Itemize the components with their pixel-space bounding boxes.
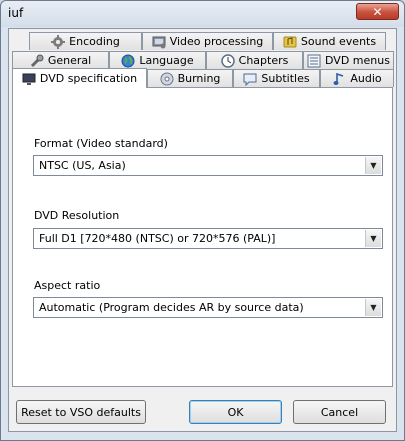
tab-label: Encoding — [69, 35, 120, 48]
tab-audio[interactable]: Audio — [320, 69, 394, 87]
format-value: NTSC (US, Asia) — [39, 159, 126, 172]
tab-video-processing[interactable]: Video processing — [142, 32, 273, 50]
tab-language[interactable]: Language — [109, 51, 206, 69]
tab-label: Chapters — [238, 54, 289, 67]
close-icon: ✕ — [372, 5, 383, 19]
tab-label: Language — [139, 54, 194, 67]
tab-general[interactable]: General — [12, 51, 109, 69]
ok-label: OK — [227, 405, 244, 419]
chevron-down-icon[interactable]: ▼ — [365, 230, 381, 247]
tab-label: DVD menus — [325, 54, 390, 67]
video-processing-icon — [152, 36, 166, 48]
reset-defaults-button[interactable]: Reset to VSO defaults — [16, 400, 146, 424]
gear-icon — [51, 34, 66, 49]
tab-label: General — [47, 54, 92, 67]
tab-chapters[interactable]: Chapters — [206, 51, 303, 69]
aspect-ratio-label: Aspect ratio — [34, 279, 101, 292]
aspect-ratio-value: Automatic (Program decides AR by source … — [39, 301, 304, 314]
format-dropdown[interactable]: NTSC (US, Asia) ▼ — [33, 155, 383, 176]
tab-dvd-menus[interactable]: DVD menus — [303, 51, 394, 69]
chevron-down-icon[interactable]: ▼ — [365, 299, 381, 316]
tab-label: Burning — [177, 72, 221, 85]
tab-label: Audio — [350, 72, 382, 85]
tab-subtitles[interactable]: Subtitles — [233, 69, 320, 87]
ok-button[interactable]: OK — [189, 400, 282, 424]
close-button[interactable]: ✕ — [356, 3, 399, 20]
dvd-specification-panel: Format (Video standard) NTSC (US, Asia) … — [12, 87, 393, 387]
tab-burning[interactable]: Burning — [147, 69, 233, 87]
tab-label: Video processing — [169, 35, 264, 48]
tab-sound-events[interactable]: Sound events — [273, 32, 386, 50]
dvd-resolution-dropdown[interactable]: Full D1 [720*480 (NTSC) or 720*576 (PAL)… — [33, 228, 383, 249]
tab-label: Subtitles — [261, 72, 310, 85]
monitor-icon — [22, 73, 36, 85]
window-title: iuf — [8, 6, 24, 20]
tab-encoding[interactable]: Encoding — [29, 32, 142, 50]
globe-icon — [121, 54, 135, 67]
chevron-down-icon[interactable]: ▼ — [365, 157, 381, 174]
sound-events-icon — [283, 36, 297, 47]
dvd-resolution-value: Full D1 [720*480 (NTSC) or 720*576 (PAL)… — [39, 232, 276, 245]
dialog-client-area: Encoding Video processing Sound events G… — [8, 28, 397, 432]
aspect-ratio-dropdown[interactable]: Automatic (Program decides AR by source … — [33, 297, 383, 318]
tab-label: Sound events — [300, 35, 377, 48]
clock-icon — [220, 53, 235, 68]
tab-dvd-specification[interactable]: DVD specification — [12, 68, 147, 88]
general-icon — [30, 54, 44, 67]
menu-list-icon — [307, 54, 321, 67]
subtitles-icon — [243, 73, 257, 86]
format-label: Format (Video standard) — [34, 137, 168, 150]
disc-icon — [160, 72, 174, 85]
dialog-window: iuf ✕ Encoding Video processing Sound ev… — [0, 0, 405, 441]
cancel-label: Cancel — [320, 405, 359, 419]
title-bar[interactable]: iuf ✕ — [1, 1, 404, 27]
reset-defaults-label: Reset to VSO defaults — [21, 405, 141, 419]
cancel-button[interactable]: Cancel — [293, 400, 386, 424]
tab-label: DVD specification — [39, 72, 138, 85]
dvd-resolution-label: DVD Resolution — [34, 209, 120, 222]
music-note-icon — [333, 72, 344, 85]
